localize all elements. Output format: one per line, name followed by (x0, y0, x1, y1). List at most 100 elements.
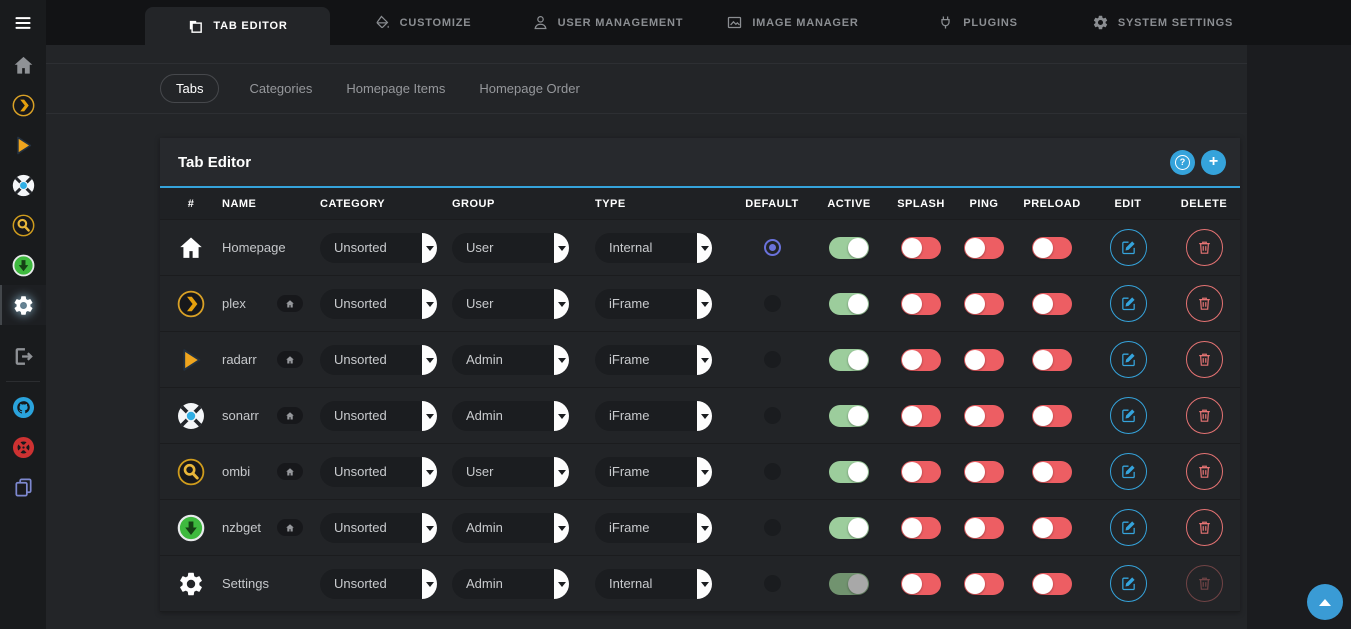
preload-toggle[interactable] (1032, 573, 1072, 595)
group-select[interactable]: Admin (452, 513, 569, 543)
category-select[interactable]: Unsorted (320, 345, 437, 375)
type-select[interactable]: iFrame (595, 401, 712, 431)
group-select[interactable]: User (452, 289, 569, 319)
active-toggle[interactable] (829, 573, 869, 595)
splash-toggle[interactable] (901, 237, 941, 259)
ping-toggle[interactable] (964, 461, 1004, 483)
preload-toggle[interactable] (1032, 237, 1072, 259)
help-button[interactable]: ? (1170, 150, 1195, 175)
edit-button[interactable] (1110, 285, 1147, 322)
default-radio[interactable] (764, 351, 781, 368)
edit-button[interactable] (1110, 229, 1147, 266)
subtab-homepage-order[interactable]: Homepage Order (475, 75, 583, 102)
splash-toggle[interactable] (901, 573, 941, 595)
add-tab-button[interactable]: + (1201, 150, 1226, 175)
sidebar-item-home[interactable] (0, 45, 46, 85)
edit-button[interactable] (1110, 341, 1147, 378)
preload-toggle[interactable] (1032, 461, 1072, 483)
preload-toggle[interactable] (1032, 349, 1072, 371)
splash-toggle[interactable] (901, 405, 941, 427)
delete-button[interactable] (1186, 285, 1223, 322)
ping-toggle[interactable] (964, 293, 1004, 315)
subtab-tabs[interactable]: Tabs (160, 74, 219, 103)
ping-toggle[interactable] (964, 349, 1004, 371)
category-select[interactable]: Unsorted (320, 289, 437, 319)
group-select[interactable]: User (452, 233, 569, 263)
sidebar-item-logout[interactable] (0, 336, 46, 376)
active-toggle[interactable] (829, 405, 869, 427)
type-select[interactable]: iFrame (595, 513, 712, 543)
table-header-row: # NAME CATEGORY GROUP TYPE DEFAULT ACTIV… (160, 188, 1240, 220)
edit-button[interactable] (1110, 509, 1147, 546)
default-radio[interactable] (764, 295, 781, 312)
type-select[interactable]: Internal (595, 233, 712, 263)
category-select[interactable]: Unsorted (320, 513, 437, 543)
delete-button[interactable] (1186, 565, 1223, 602)
active-toggle[interactable] (829, 461, 869, 483)
splash-toggle[interactable] (901, 517, 941, 539)
tab-user-management[interactable]: USER MANAGEMENT (515, 0, 700, 45)
delete-button[interactable] (1186, 509, 1223, 546)
default-radio[interactable] (764, 519, 781, 536)
active-toggle[interactable] (829, 349, 869, 371)
ping-toggle[interactable] (964, 517, 1004, 539)
edit-button[interactable] (1110, 453, 1147, 490)
ping-toggle[interactable] (964, 405, 1004, 427)
default-radio[interactable] (764, 407, 781, 424)
hamburger-menu-icon[interactable] (0, 0, 46, 45)
sidebar-item-github[interactable] (0, 387, 46, 427)
group-select[interactable]: Admin (452, 401, 569, 431)
tab-tab-editor[interactable]: TAB EDITOR (145, 7, 330, 45)
preload-toggle[interactable] (1032, 517, 1072, 539)
edit-icon (1120, 575, 1137, 592)
ping-toggle[interactable] (964, 573, 1004, 595)
tab-image-manager[interactable]: IMAGE MANAGER (700, 0, 885, 45)
sidebar-item-nzbget[interactable] (0, 245, 46, 285)
scroll-to-top-button[interactable] (1307, 584, 1343, 620)
sidebar-item-plex[interactable] (0, 85, 46, 125)
type-select[interactable]: iFrame (595, 345, 712, 375)
tab-system-settings[interactable]: SYSTEM SETTINGS (1070, 0, 1255, 45)
category-select[interactable]: Unsorted (320, 457, 437, 487)
default-radio[interactable] (764, 463, 781, 480)
active-toggle[interactable] (829, 237, 869, 259)
sidebar-item-docs[interactable] (0, 467, 46, 507)
subtab-homepage-items[interactable]: Homepage Items (342, 75, 449, 102)
splash-toggle[interactable] (901, 349, 941, 371)
splash-toggle[interactable] (901, 461, 941, 483)
category-select[interactable]: Unsorted (320, 401, 437, 431)
tab-customize[interactable]: CUSTOMIZE (330, 0, 515, 45)
subtab-categories[interactable]: Categories (245, 75, 316, 102)
group-select[interactable]: Admin (452, 569, 569, 599)
delete-button[interactable] (1186, 397, 1223, 434)
group-select[interactable]: User (452, 457, 569, 487)
delete-button[interactable] (1186, 229, 1223, 266)
edit-button[interactable] (1110, 565, 1147, 602)
splash-toggle[interactable] (901, 293, 941, 315)
category-select[interactable]: Unsorted (320, 569, 437, 599)
preload-toggle[interactable] (1032, 405, 1072, 427)
sidebar-item-sonarr[interactable] (0, 165, 46, 205)
select-value: iFrame (609, 352, 649, 367)
preload-toggle[interactable] (1032, 293, 1072, 315)
sidebar-item-ombi[interactable] (0, 205, 46, 245)
delete-button[interactable] (1186, 341, 1223, 378)
image-icon (726, 14, 743, 31)
sidebar-item-radarr[interactable] (0, 125, 46, 165)
category-select[interactable]: Unsorted (320, 233, 437, 263)
tab-plugins[interactable]: PLUGINS (885, 0, 1070, 45)
edit-button[interactable] (1110, 397, 1147, 434)
default-radio[interactable] (764, 575, 781, 592)
default-radio[interactable] (764, 239, 781, 256)
ping-toggle[interactable] (964, 237, 1004, 259)
active-toggle[interactable] (829, 293, 869, 315)
group-select[interactable]: Admin (452, 345, 569, 375)
type-select[interactable]: iFrame (595, 289, 712, 319)
active-toggle[interactable] (829, 517, 869, 539)
sidebar-item-support[interactable] (0, 427, 46, 467)
type-select[interactable]: iFrame (595, 457, 712, 487)
delete-button[interactable] (1186, 453, 1223, 490)
toggle-knob (1033, 574, 1053, 594)
type-select[interactable]: Internal (595, 569, 712, 599)
sidebar-item-settings[interactable] (0, 285, 46, 325)
